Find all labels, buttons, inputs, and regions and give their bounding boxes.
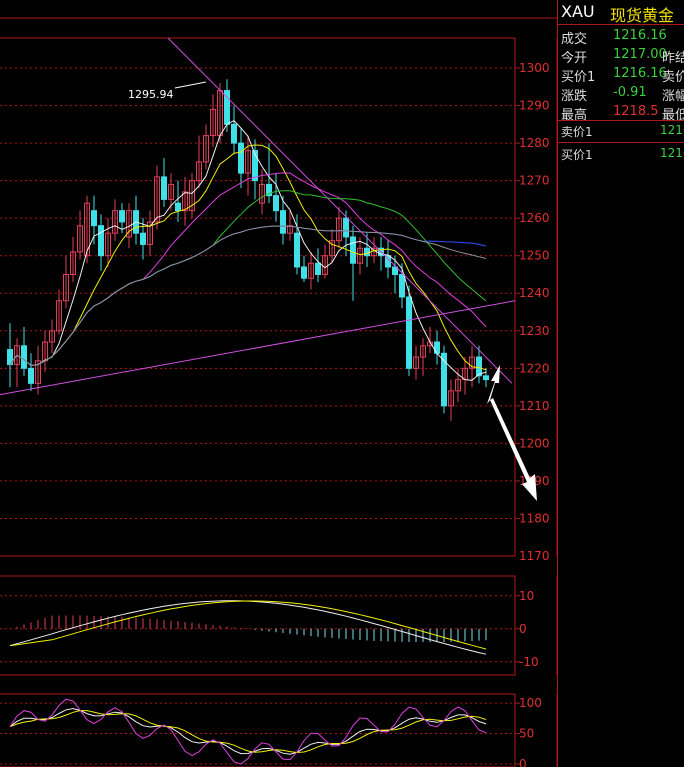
quote-header: XAU 现货黄金 [558, 0, 684, 25]
symbol-name: 现货黄金 [610, 6, 675, 25]
quote-row: 最高 1218.5 最低 [558, 102, 684, 122]
tick-label: 1260 [519, 211, 550, 225]
candle-body [301, 266, 307, 279]
tick-label: 1210 [519, 399, 550, 413]
candle-body [119, 210, 125, 223]
tick-label: 1220 [519, 361, 550, 375]
quote-panel: XAU 现货黄金 成交 1216.16 今开 1217.00 昨结 买价1 1216.16 卖… [557, 0, 684, 767]
kdj-d [9, 710, 487, 754]
tick-label: 1250 [519, 249, 550, 263]
tick-label: 0 [519, 757, 527, 767]
ma-line [9, 225, 487, 367]
candle-body [280, 210, 286, 234]
candle-body [91, 210, 97, 227]
ask-label: 卖价1 [561, 125, 593, 139]
quote-extra-label: 卖价 [662, 70, 684, 84]
tick-label: 1270 [519, 174, 550, 188]
tick-label: 1180 [519, 511, 550, 525]
quote-value: 1216.16 [613, 66, 667, 81]
candle-body [399, 273, 405, 298]
candle-body [161, 176, 167, 200]
ma-line [9, 172, 487, 367]
quote-value: 1216.16 [613, 28, 667, 43]
candle-body [21, 345, 27, 369]
candle-body [406, 296, 412, 369]
quote-row: 涨跌 -0.91 涨幅 [558, 83, 684, 103]
quote-row: 今开 1217.00 昨结 [558, 45, 684, 65]
candle-body [273, 195, 279, 212]
kdj-j [9, 698, 487, 765]
quote-value: -0.91 [613, 85, 647, 100]
candle-body [483, 375, 489, 381]
tick-label: 1300 [519, 61, 550, 75]
tick-label: 1170 [519, 549, 550, 563]
ask-row: 卖价1 1216 [558, 121, 684, 141]
macd-dif [9, 600, 487, 655]
candle-body [343, 217, 349, 238]
quote-label: 今开 [561, 51, 588, 65]
quote-row: 成交 1216.16 [558, 26, 684, 46]
candle-body [140, 232, 146, 245]
quote-value: 1218.5 [613, 104, 659, 119]
ma-line [9, 225, 487, 367]
trend-line [167, 37, 513, 384]
panel-border [0, 37, 516, 557]
annotation-leader [174, 81, 207, 89]
candle-body [434, 341, 440, 354]
book-divider [558, 142, 684, 143]
tick-label: 50 [519, 727, 534, 741]
quote-value: 1217.00 [613, 47, 667, 62]
tick-label: 1230 [519, 324, 550, 338]
quote-label: 买价1 [561, 70, 596, 84]
tick-label: 0 [519, 622, 527, 636]
tick-label: 1280 [519, 136, 550, 150]
quote-extra-label: 昨结 [662, 51, 684, 65]
tick-label: 1240 [519, 286, 550, 300]
candle-body [364, 247, 370, 257]
quote-row: 买价1 1216.16 卖价 [558, 64, 684, 84]
candle-body [476, 356, 482, 377]
quote-label: 涨跌 [561, 89, 588, 103]
candle-body [350, 236, 356, 264]
candle-body [231, 123, 237, 144]
quote-label: 成交 [561, 32, 588, 46]
ask-value: 1216 [660, 123, 684, 137]
panel-border [0, 693, 516, 767]
quote-extra-label: 涨幅 [662, 89, 684, 103]
symbol-code: XAU [561, 2, 595, 21]
tick-label: 1290 [519, 99, 550, 113]
ma-line [9, 190, 487, 367]
bid-label: 买价1 [561, 148, 593, 162]
annotation-label: 1295.94 [128, 88, 174, 101]
candle-body [315, 262, 321, 275]
tick-label: 10 [519, 589, 534, 603]
tick-label: 100 [519, 696, 542, 710]
bid-row: 买价1 1216 [558, 144, 684, 164]
bid-value: 1216 [660, 146, 684, 160]
panel-border [0, 575, 516, 676]
arrow-up [487, 365, 500, 404]
kdj-k [9, 708, 487, 755]
candle-body [294, 232, 300, 268]
candle-body [28, 367, 34, 384]
tick-label: 1200 [519, 436, 550, 450]
tick-label: -10 [519, 655, 539, 669]
candle-body [98, 225, 104, 257]
candle-body [175, 202, 181, 212]
candle-body [238, 142, 244, 174]
